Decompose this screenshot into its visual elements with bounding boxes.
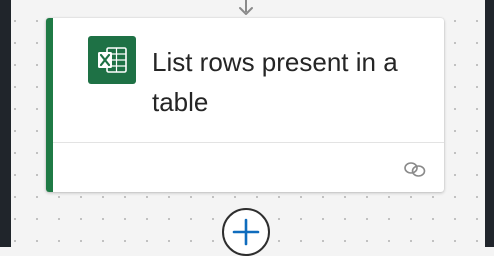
- right-panel-edge: [485, 0, 494, 247]
- connector-arrow-icon: [239, 0, 253, 15]
- excel-icon: [88, 36, 136, 84]
- card-header[interactable]: List rows present in a table: [53, 18, 444, 142]
- action-card[interactable]: List rows present in a table: [46, 18, 444, 192]
- card-accent-bar: [46, 18, 53, 192]
- plus-icon: [232, 218, 260, 246]
- add-step-button[interactable]: [222, 208, 270, 256]
- card-title: List rows present in a table: [152, 47, 398, 117]
- card-footer: [53, 143, 444, 192]
- left-panel-edge: [0, 0, 11, 247]
- link-icon[interactable]: [402, 160, 428, 178]
